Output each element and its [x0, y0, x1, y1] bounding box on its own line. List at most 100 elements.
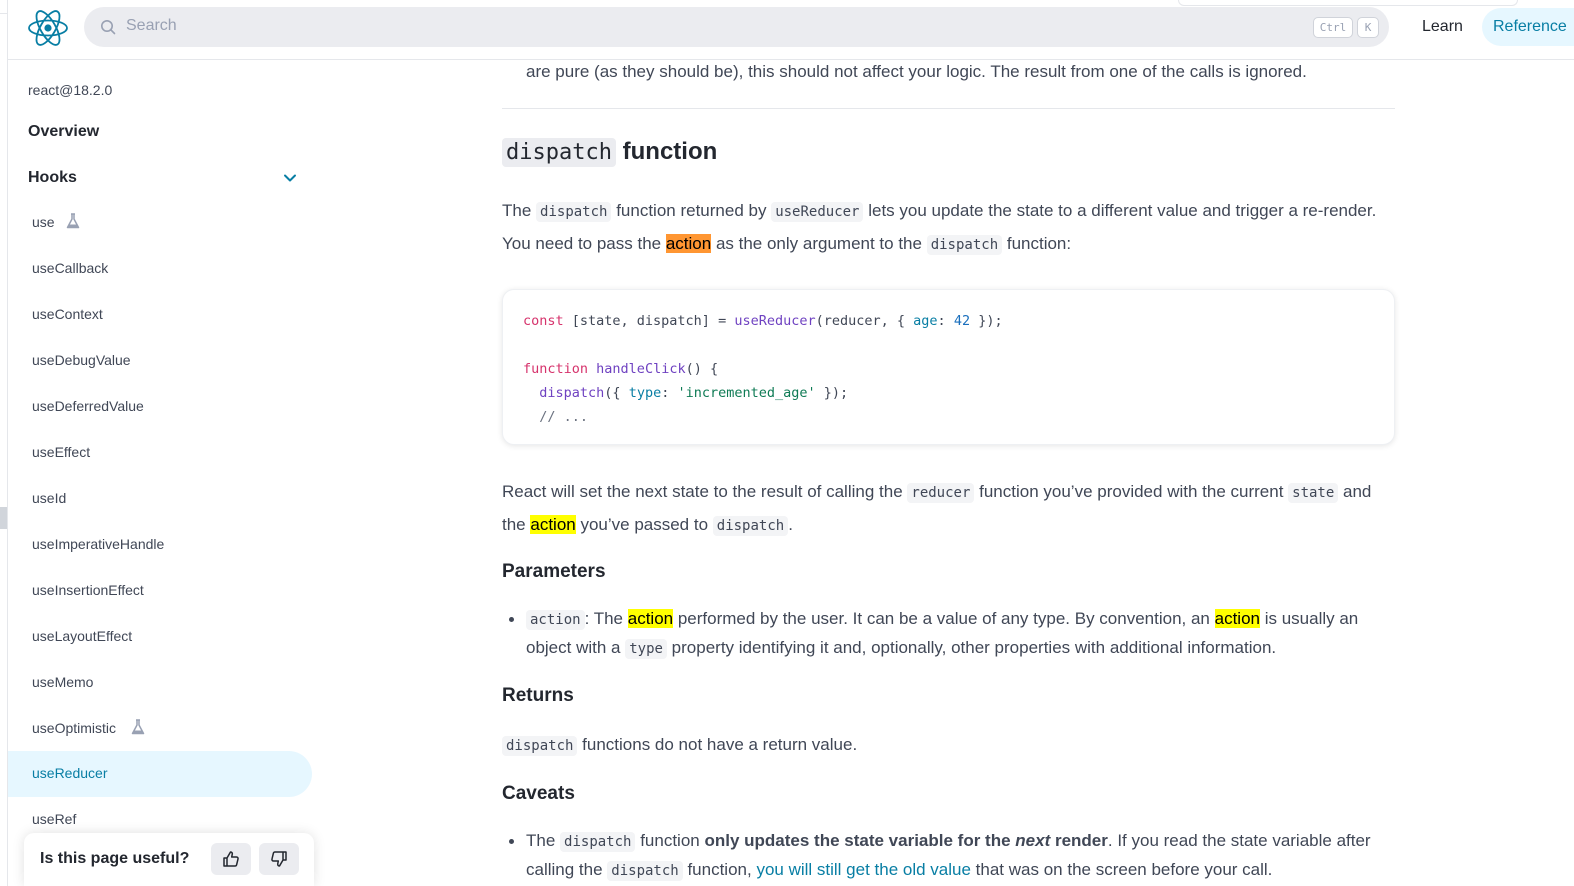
sidebar-item-label: use [32, 214, 55, 230]
sidebar-item-label: useDebugValue [32, 352, 131, 368]
sidebar-item-uselayouteffect[interactable]: useLayoutEffect [8, 614, 312, 660]
caveats-list: The dispatch function only updates the s… [509, 827, 1395, 885]
thumbs-up-icon [223, 851, 239, 867]
code-token: (reducer, { [815, 313, 914, 329]
code-token: ({ [604, 385, 629, 401]
shortcut-ctrl-key: Ctrl [1313, 17, 1353, 38]
chevron-down-icon[interactable] [283, 171, 297, 185]
text: performed by the user. It can be a value… [673, 609, 1215, 628]
inline-code: dispatch [926, 235, 1003, 255]
code-token: : [937, 313, 954, 329]
text: . [788, 515, 793, 534]
text: functions do not have a return value. [577, 735, 858, 754]
sidebar-item-label: useImperativeHandle [32, 536, 165, 552]
code-token: }); [970, 313, 1003, 329]
code-token: function [523, 361, 589, 377]
inline-code: dispatch [607, 861, 683, 881]
sidebar: react@18.2.0 Overview Hooks use useCallb… [8, 61, 328, 886]
code-token: const [523, 313, 564, 329]
text: function returned by [611, 201, 772, 220]
dispatch-intro-paragraph: The dispatch function returned by useRed… [502, 195, 1395, 261]
sidebar-item-label: useReducer [32, 765, 108, 781]
code-token: handleClick [596, 361, 686, 377]
code-token: useReducer [734, 313, 816, 329]
inline-code: action [526, 610, 585, 630]
code-token: () { [685, 361, 719, 377]
parameters-heading: Parameters [502, 561, 606, 582]
code-token: type [628, 385, 662, 401]
sidebar-item-usecallback[interactable]: useCallback [8, 246, 312, 292]
inline-code: dispatch [712, 516, 789, 536]
sidebar-item-overview[interactable]: Overview [28, 123, 99, 141]
list-item: The dispatch function only updates the s… [509, 827, 1395, 885]
inline-code: dispatch [560, 832, 636, 852]
sidebar-section-hooks[interactable]: Hooks [28, 169, 77, 187]
sidebar-item-useid[interactable]: useId [8, 476, 312, 522]
text: you’ve passed to [575, 515, 713, 534]
text: : The [584, 609, 628, 628]
inline-code: dispatch [502, 736, 578, 756]
shortcut-k-key: K [1357, 17, 1379, 38]
inline-code: state [1288, 483, 1339, 503]
text: The [526, 831, 561, 850]
sidebar-item-label: useOptimistic [32, 720, 117, 736]
sidebar-item-label: useLayoutEffect [32, 628, 133, 644]
sidebar-item-label: useCallback [32, 260, 109, 276]
code-token: [state, dispatch] = [563, 313, 735, 329]
sidebar-item-label: useId [32, 490, 67, 506]
sidebar-item-usememo[interactable]: useMemo [8, 660, 312, 706]
text: as the only argument to the [711, 234, 927, 253]
top-navigation-bar: Search Ctrl K Learn Reference [8, 0, 1574, 60]
thumbs-up-button[interactable] [211, 843, 251, 875]
version-label: react@18.2.0 [28, 82, 113, 98]
thumbs-down-icon [271, 851, 287, 867]
code-content: const [state, dispatch] = useReducer(red… [523, 309, 1003, 429]
bold-text: only updates the state variable for the … [704, 831, 1107, 850]
code-token: }); [815, 385, 849, 401]
code-token: // ... [539, 409, 589, 425]
code-token: : [661, 385, 678, 401]
text: React will set the next state to the res… [502, 482, 908, 501]
thumbs-down-button[interactable] [259, 843, 299, 875]
heading-text: function [622, 138, 718, 165]
caveats-heading: Caveats [502, 783, 575, 804]
sidebar-item-label: useEffect [32, 444, 91, 460]
sidebar-item-usedeferredvalue[interactable]: useDeferredValue [8, 384, 312, 430]
sidebar-item-label: useMemo [32, 674, 94, 690]
text: property identifying it and, optionally,… [666, 638, 1277, 657]
nav-learn-link[interactable]: Learn [1408, 8, 1477, 46]
sidebar-item-label: useDeferredValue [32, 398, 144, 414]
sidebar-item-label: useRef [32, 811, 77, 827]
inline-code: type [625, 639, 667, 659]
nav-reference-link[interactable]: Reference [1482, 8, 1574, 46]
sidebar-item-useinsertioneffect[interactable]: useInsertionEffect [8, 568, 312, 614]
returns-paragraph: dispatch functions do not have a return … [502, 729, 1395, 762]
feedback-widget: Is this page useful? [24, 833, 314, 886]
search-highlight: action [1214, 609, 1260, 628]
edge-scroll-handle[interactable] [0, 507, 7, 529]
code-token: 42 [953, 313, 971, 329]
sidebar-item-usereducer[interactable]: useReducer [8, 751, 312, 797]
react-logo-icon[interactable] [26, 6, 70, 50]
heading-code: dispatch [502, 138, 616, 167]
sidebar-item-usecontext[interactable]: useContext [8, 292, 312, 338]
search-bar[interactable]: Search Ctrl K [84, 7, 1389, 47]
sidebar-item-useoptimistic[interactable]: useOptimistic [8, 706, 312, 752]
italic-text: next [1015, 831, 1051, 850]
old-value-link[interactable]: you will still get the old value [756, 860, 971, 879]
sidebar-item-usedebugvalue[interactable]: useDebugValue [8, 338, 312, 384]
main-content: are pure (as they should be), this shoul… [502, 60, 1395, 886]
sidebar-item-useimperativehandle[interactable]: useImperativeHandle [8, 522, 312, 568]
code-block[interactable]: const [state, dispatch] = useReducer(red… [502, 289, 1395, 445]
sidebar-item-use[interactable]: use [8, 200, 312, 246]
search-icon [101, 20, 116, 35]
returns-heading: Returns [502, 685, 574, 706]
sidebar-item-label: useContext [32, 306, 103, 322]
inline-code: reducer [907, 483, 975, 503]
sidebar-item-useeffect[interactable]: useEffect [8, 430, 312, 476]
code-token: dispatch [539, 385, 605, 401]
text: render [1050, 831, 1108, 850]
inline-code: dispatch [536, 202, 612, 222]
search-highlight-current: action [665, 234, 712, 253]
react-sets-paragraph: React will set the next state to the res… [502, 476, 1395, 542]
